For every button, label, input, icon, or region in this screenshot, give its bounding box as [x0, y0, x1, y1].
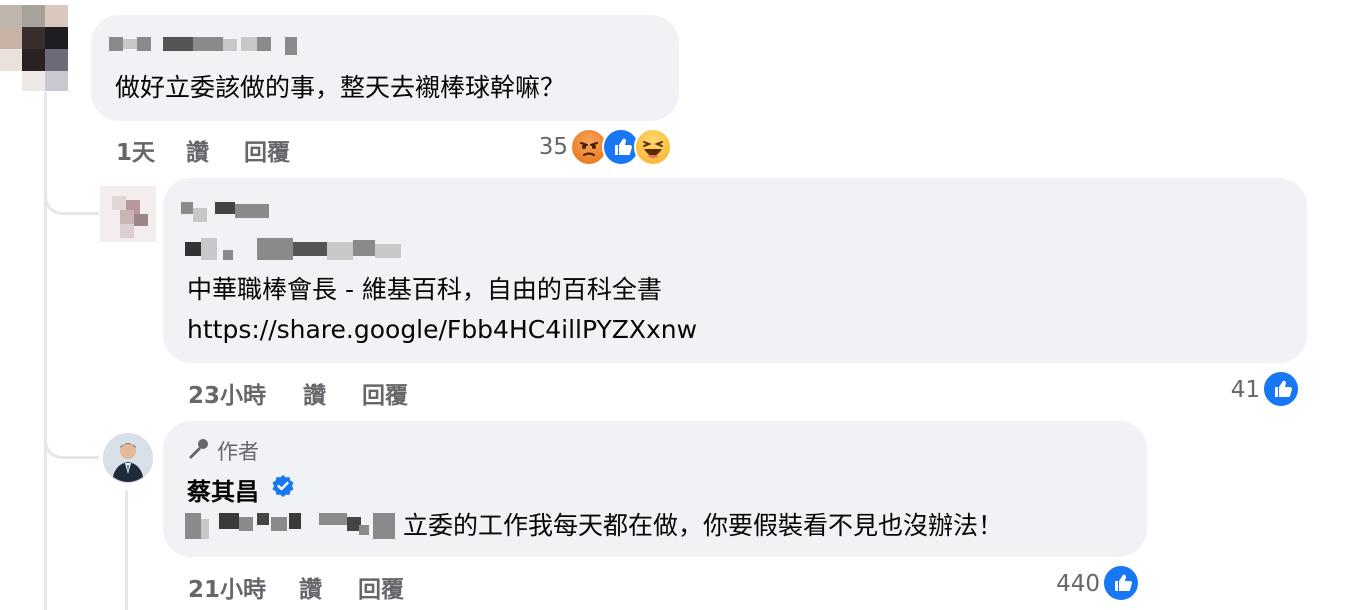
- reply1-time[interactable]: 23小時: [188, 376, 266, 410]
- thread-connector-reply1: [44, 172, 99, 215]
- reply1-text-line1: 中華職棒會長 - 維基百科，自由的百科全書: [187, 275, 662, 304]
- reply1-link[interactable]: https://share.google/Fbb4HC4illPYZXxnw: [187, 313, 697, 347]
- author-name[interactable]: 蔡其昌: [187, 472, 259, 507]
- microphone-icon: [185, 437, 211, 461]
- reply-bubble-2: 作者 蔡其昌 立委的工作我每天都在做，你要假裝看不見也沒辦法！: [163, 421, 1147, 557]
- avatar-author[interactable]: [103, 433, 153, 483]
- avatar-commenter[interactable]: [0, 5, 68, 91]
- like-icon[interactable]: [1102, 564, 1140, 602]
- like-button-reply2[interactable]: 讚: [299, 570, 322, 604]
- haha-icon: [634, 128, 672, 166]
- reply-button-reply1[interactable]: 回覆: [362, 376, 408, 410]
- reaction-count-reply2[interactable]: 440: [1040, 571, 1100, 597]
- comment-text-1: 做好立委該做的事，整天去襯棒球幹嘛？: [115, 73, 566, 102]
- verified-badge-icon: [271, 474, 295, 498]
- like-button-reply1[interactable]: 讚: [303, 376, 326, 410]
- reply2-actions: 21小時 讚 回覆: [188, 570, 448, 603]
- reaction-count-1[interactable]: 35: [520, 134, 568, 160]
- avatar-reply1[interactable]: [100, 186, 156, 242]
- reply2-time[interactable]: 21小時: [188, 570, 266, 604]
- author-reply-text: 立委的工作我每天都在做，你要假裝看不見也沒辦法！: [403, 511, 1004, 540]
- reaction-count-reply1[interactable]: 41: [1220, 377, 1260, 403]
- author-badge: 作者: [217, 440, 259, 464]
- reply-button-reply2[interactable]: 回覆: [358, 570, 404, 604]
- thread-line-main: [44, 92, 47, 610]
- reply1-actions: 23小時 讚 回覆: [188, 376, 448, 409]
- comment-time-1[interactable]: 1天: [116, 133, 155, 167]
- reply-button-1[interactable]: 回覆: [244, 133, 290, 167]
- reply-bubble-1: 中華職棒會長 - 維基百科，自由的百科全書 https://share.goog…: [163, 178, 1307, 363]
- thread-connector-reply2: [44, 414, 99, 459]
- comment-bubble-1: 做好立委該做的事，整天去襯棒球幹嘛？: [91, 15, 679, 121]
- like-button-1[interactable]: 讚: [186, 133, 209, 167]
- like-icon[interactable]: [1262, 370, 1300, 408]
- comment-actions-1: 1天 讚 回覆: [116, 133, 376, 166]
- thread-line-reply2: [125, 490, 128, 610]
